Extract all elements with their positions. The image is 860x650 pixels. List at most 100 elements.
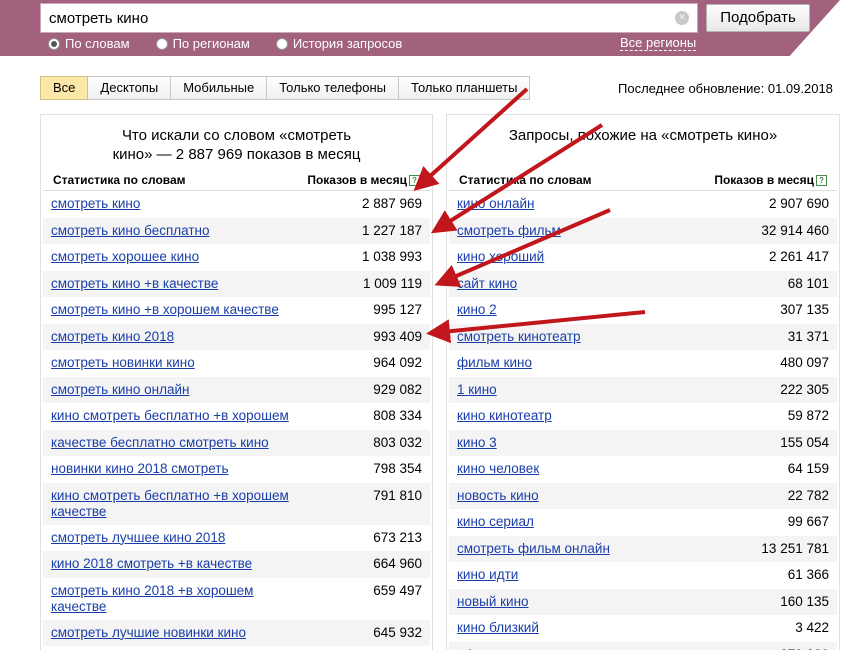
- table-row: новинки кино 2018 смотреть 798 354: [43, 456, 430, 483]
- keyword-link[interactable]: кино человек: [457, 461, 539, 477]
- tab-all[interactable]: Все: [40, 76, 89, 100]
- search-input[interactable]: смотреть кино ×: [40, 3, 698, 33]
- keyword-link[interactable]: кино 2: [457, 302, 497, 318]
- keyword-link[interactable]: кино кинотеатр: [457, 408, 552, 424]
- table-row: кино 2018 смотреть +в качестве 664 960: [43, 551, 430, 578]
- left-rows: смотреть кино 2 887 969 смотреть кино бесп…: [43, 191, 430, 646]
- table-row: кино сериал 99 667: [449, 509, 837, 536]
- views-count: 993 409: [373, 328, 422, 344]
- clear-icon[interactable]: ×: [675, 11, 689, 25]
- keyword-link[interactable]: смотреть лучшее кино 2018: [51, 530, 225, 546]
- tab-tablets-only[interactable]: Только планшеты: [399, 76, 531, 100]
- views-count: 645 932: [373, 624, 422, 640]
- radio-label: По регионам: [172, 36, 250, 51]
- table-row: смотреть хорошее кино 1 038 993: [43, 244, 430, 271]
- keyword-link[interactable]: новинки кино 2018 смотреть: [51, 461, 228, 477]
- help-icon[interactable]: ?: [409, 175, 420, 186]
- search-query: смотреть кино: [49, 9, 149, 27]
- left-panel-title: Что искали со словом «смотреть кино» — 2…: [41, 115, 432, 171]
- views-count: 1 009 119: [362, 275, 422, 291]
- col-views-label: Показов в месяц: [307, 173, 407, 187]
- keyword-link[interactable]: смотреть кино +в хорошем качестве: [51, 302, 279, 318]
- table-row: кино кинотеатр 59 872: [449, 403, 837, 430]
- views-count: 808 334: [373, 408, 422, 423]
- table-row: смотреть кино 2 887 969: [43, 191, 430, 218]
- keyword-link[interactable]: смотреть кино бесплатно: [51, 223, 210, 239]
- table-row: кино 2 307 135: [449, 297, 837, 324]
- keyword-link[interactable]: кино близкий: [457, 620, 539, 636]
- radio-icon: [155, 37, 168, 50]
- right-column-header: Статистика по словам Показов в месяц?: [449, 171, 837, 191]
- views-count: 995 127: [373, 302, 422, 317]
- views-count: 659 497: [373, 582, 422, 598]
- radio-by-regions[interactable]: По регионам: [155, 36, 250, 51]
- table-row: смотреть кино 2018 +в хорошем качестве 65…: [43, 578, 430, 620]
- col-views: Показов в месяц?: [307, 171, 420, 190]
- keyword-link[interactable]: кино онлайн: [457, 196, 535, 212]
- right-panel-title: Запросы, похожие на «смотреть кино»: [508, 127, 778, 144]
- radio-label: История запросов: [292, 36, 403, 51]
- table-row: новый кино 160 135: [449, 588, 837, 615]
- keyword-link[interactable]: смотреть фильм: [457, 223, 561, 239]
- views-count: 64 159: [787, 461, 829, 476]
- keyword-link[interactable]: смотреть лучшие новинки кино: [51, 625, 246, 641]
- radio-by-words[interactable]: По словам: [48, 36, 130, 51]
- table-row: фильм кино 480 097: [449, 350, 837, 377]
- keyword-link[interactable]: кино идти: [457, 567, 518, 583]
- tab-desktops[interactable]: Десктопы: [88, 76, 172, 100]
- views-count: 673 213: [373, 529, 422, 545]
- table-row: кино близкий 3 422: [449, 615, 837, 642]
- keyword-link[interactable]: качестве бесплатно смотреть кино: [51, 435, 269, 451]
- col-views: Показов в месяц?: [714, 171, 827, 190]
- views-count: 803 032: [373, 434, 422, 450]
- table-row: качестве бесплатно смотреть кино 803 032: [43, 429, 430, 456]
- keyword-link[interactable]: сайт кино: [457, 276, 517, 292]
- keyword-link[interactable]: новый кино: [457, 594, 529, 610]
- views-count: 155 054: [780, 434, 829, 450]
- col-words-label: Статистика по словам: [53, 173, 186, 187]
- keyword-link[interactable]: смотреть хорошее кино: [51, 249, 199, 265]
- keyword-link[interactable]: кино хороший: [457, 249, 544, 265]
- keyword-link[interactable]: смотреть новинки кино: [51, 355, 195, 371]
- keyword-link[interactable]: смотреть кино 2018: [51, 329, 174, 345]
- radio-icon: [48, 37, 60, 50]
- table-row: смотреть фильм онлайн 13 251 781: [449, 535, 837, 562]
- table-row: смотреть кино +в хорошем качестве 995 127: [43, 297, 430, 324]
- left-title-line2: кино» — 2 887 969 показов в месяц: [112, 146, 361, 163]
- pick-button[interactable]: Подобрать: [706, 4, 810, 32]
- keyword-link[interactable]: кино сериал: [457, 514, 534, 530]
- table-row: смотреть кино +в качестве 1 009 119: [43, 270, 430, 297]
- table-row: кино хороший 2 261 417: [449, 244, 837, 271]
- tab-mobile[interactable]: Мобильные: [171, 76, 268, 100]
- keyword-link[interactable]: фильм кино: [457, 355, 532, 371]
- keyword-link[interactable]: кино смотреть бесплатно +в хорошем качес…: [51, 488, 301, 520]
- table-row: 1 кино 222 305: [449, 376, 837, 403]
- help-icon[interactable]: ?: [816, 175, 827, 186]
- keyword-link[interactable]: кино смотреть бесплатно +в хорошем: [51, 408, 289, 424]
- keyword-link[interactable]: 1 кино: [457, 382, 497, 398]
- keyword-link[interactable]: смотреть кино +в качестве: [51, 276, 218, 292]
- col-views-label: Показов в месяц: [714, 173, 814, 187]
- all-regions-link[interactable]: Все регионы: [620, 36, 697, 51]
- keyword-link[interactable]: афиша кино: [457, 647, 534, 650]
- views-count: 664 960: [373, 556, 422, 571]
- tab-phones-only[interactable]: Только телефоны: [267, 76, 400, 100]
- table-row: смотреть лучшее кино 2018 673 213: [43, 525, 430, 552]
- keyword-link[interactable]: кино 3: [457, 435, 497, 451]
- left-column-header: Статистика по словам Показов в месяц?: [43, 171, 430, 191]
- keyword-link[interactable]: смотреть фильм онлайн: [457, 541, 610, 557]
- keyword-link[interactable]: новость кино: [457, 488, 539, 504]
- keyword-link[interactable]: смотреть кинотеатр: [457, 329, 581, 345]
- views-count: 31 371: [787, 328, 829, 344]
- keyword-link[interactable]: смотреть кино 2018 +в хорошем качестве: [51, 583, 301, 615]
- views-count: 32 914 460: [761, 222, 829, 238]
- keyword-link[interactable]: кино 2018 смотреть +в качестве: [51, 556, 252, 572]
- keyword-link[interactable]: смотреть кино: [51, 196, 140, 212]
- last-update: Последнее обновление: 01.09.2018: [618, 81, 833, 96]
- table-row: смотреть кино онлайн 929 082: [43, 376, 430, 403]
- keyword-link[interactable]: смотреть кино онлайн: [51, 382, 189, 398]
- table-row: кино человек 64 159: [449, 456, 837, 483]
- radio-history[interactable]: История запросов: [275, 36, 403, 51]
- table-row: кино онлайн 2 907 690: [449, 191, 837, 218]
- views-count: 160 135: [780, 593, 829, 609]
